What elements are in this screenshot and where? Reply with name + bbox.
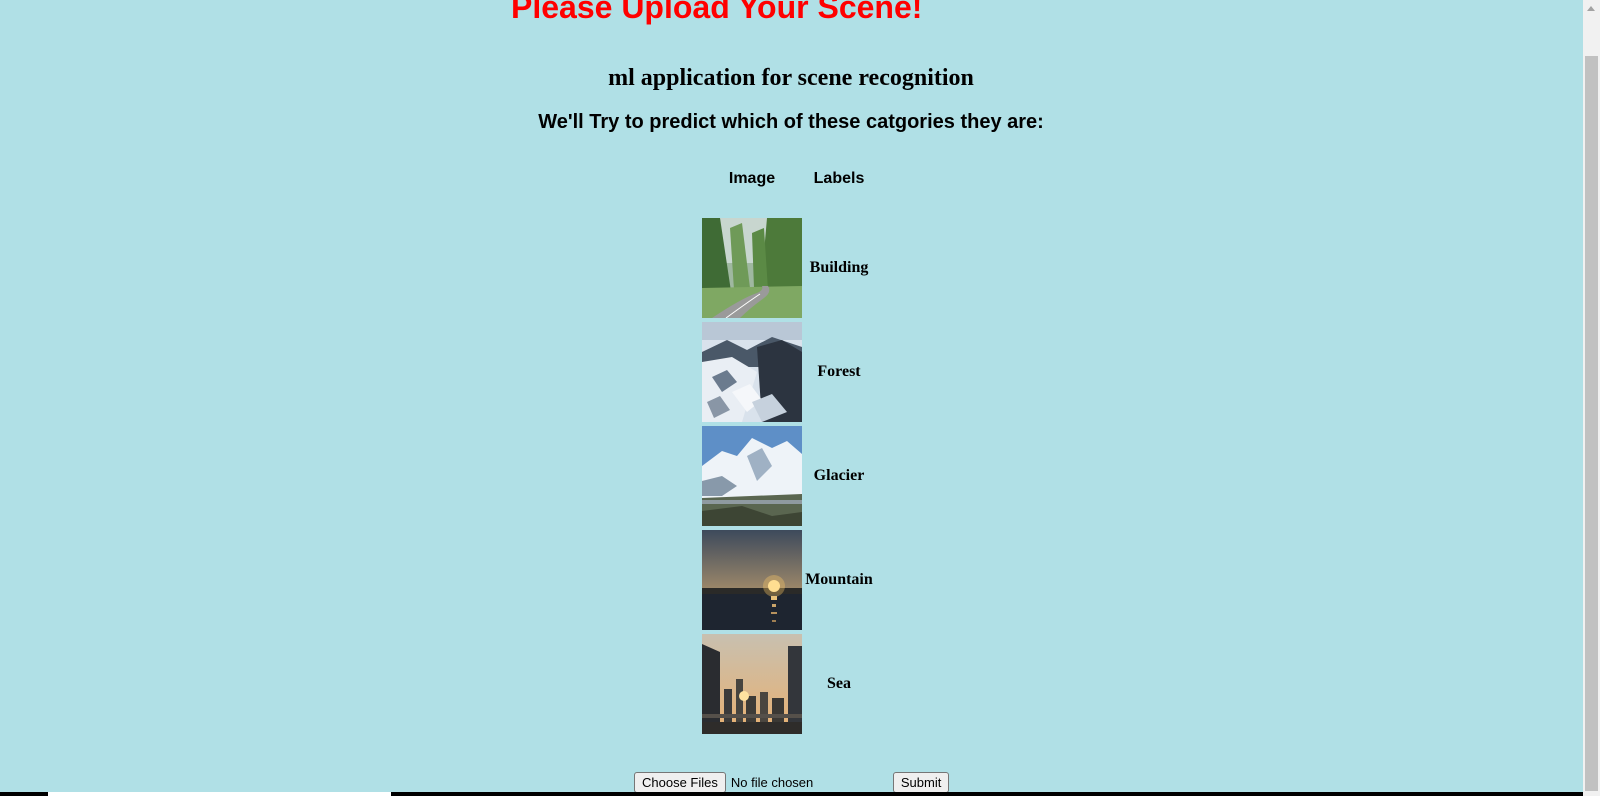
rocky-mountain-thumbnail [702,322,802,422]
snowy-peaks-thumbnail [702,426,802,526]
table-row: Mountain [702,530,874,630]
table-row: Building [702,218,874,318]
bottom-strip [0,792,1583,796]
vertical-scrollbar[interactable] [1583,0,1600,796]
table-row: Glacier [702,426,874,526]
scroll-up-arrow-icon[interactable] [1587,6,1595,11]
column-header-image: Image [728,170,776,187]
table-header-row: Image Labels [702,170,874,214]
forest-road-thumbnail [702,218,802,318]
scrollbar-thumb[interactable] [1585,56,1598,791]
city-sunset-thumbnail [702,634,802,734]
choose-files-button[interactable]: Choose Files [634,771,726,793]
sunset-sea-thumbnail [702,530,802,630]
category-label: Mountain [805,571,873,588]
category-label: Building [809,259,869,276]
banner-text: Please Upload Your Scene! [511,0,923,25]
category-label: Forest [817,363,861,380]
horizontal-scroll-thumb[interactable] [48,792,391,796]
category-label: Glacier [813,467,865,484]
page-subtitle: We'll Try to predict which of these catg… [538,111,1044,133]
category-label: Sea [827,675,851,692]
category-table: Image Labels Building Forest Glacier Mou… [700,166,876,738]
table-row: Forest [702,322,874,422]
banner-marquee: Please Upload Your Scene! [0,0,1582,31]
table-row: Sea [702,634,874,734]
page-title: ml application for scene recognition [608,65,974,91]
file-status-text: No file chosen [730,774,814,790]
column-header-labels: Labels [813,170,865,187]
upload-form: Choose Files No file chosen Submit [634,771,950,793]
submit-button[interactable]: Submit [892,771,950,793]
